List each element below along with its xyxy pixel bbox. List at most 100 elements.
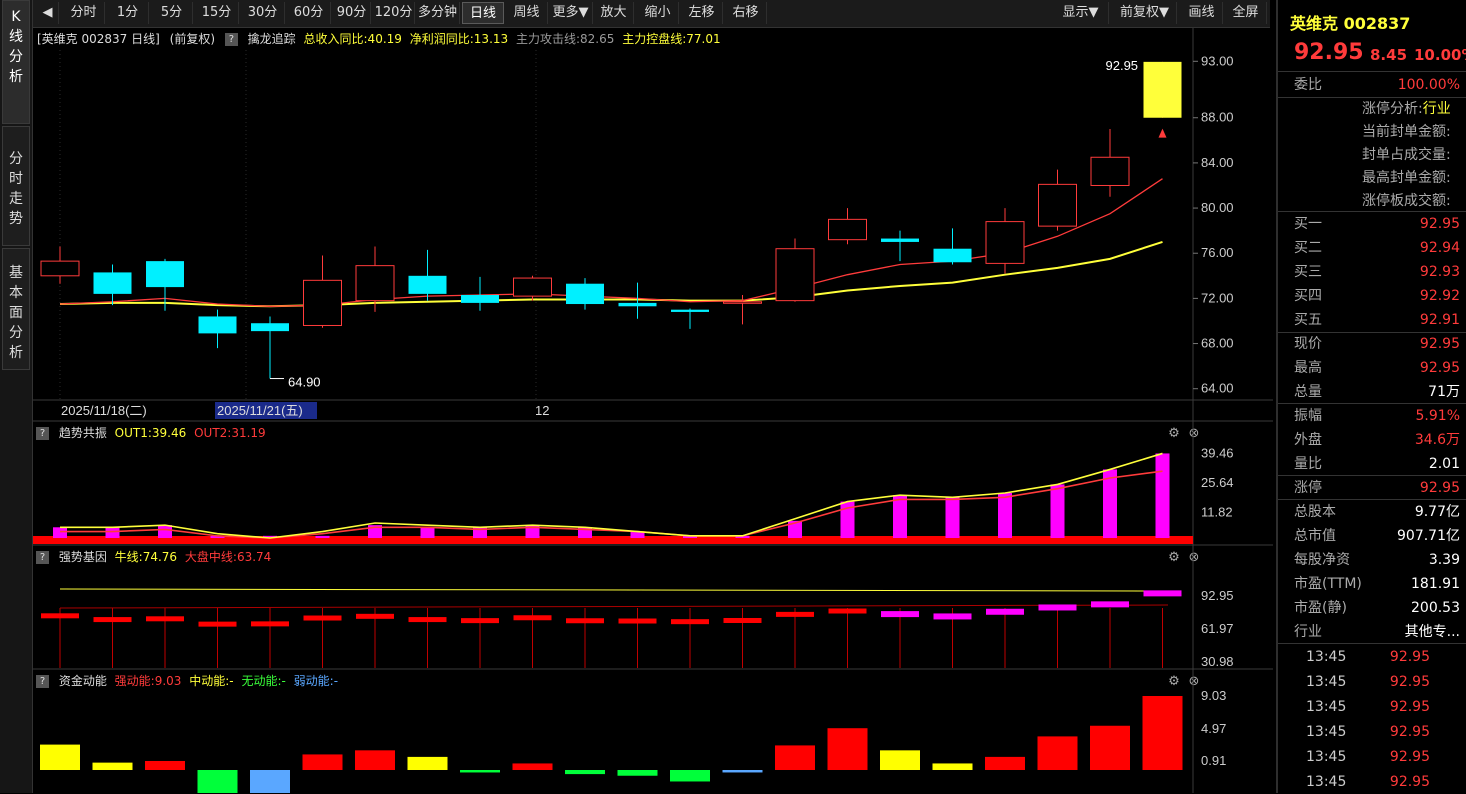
toolbar-display-dropdown[interactable]: 显示▼ [1053, 2, 1109, 24]
kline-chart-area[interactable]: 93.00 88.00 84.00 80.00 76.00 72.00 68.00 64.00… [33, 28, 1273, 793]
bid-row[interactable]: 买五 92.91 [1278, 308, 1464, 332]
left-tab-bar: K 线 分 析 分 时 走 势 基 本 面 分 析 [0, 0, 33, 793]
stat-row: 市盈(静) 200.53 [1278, 596, 1464, 620]
strength-block [146, 616, 184, 622]
row-value: 181.91 [1411, 576, 1460, 592]
toolbar-60min[interactable]: 60分 [287, 2, 331, 24]
row-label: 买四 [1294, 288, 1322, 304]
tick-price: 92.95 [1389, 674, 1430, 690]
tick-time: 13:45 [1306, 699, 1347, 715]
strength-block [618, 618, 657, 624]
panel-tick-label: 39.46 [1201, 445, 1234, 460]
tick-price: 92.95 [1389, 724, 1430, 740]
toolbar-120min[interactable]: 120分 [373, 2, 415, 24]
row-value: 71万 [1428, 384, 1460, 400]
toolbar-draw[interactable]: 画线 [1181, 2, 1223, 24]
toolbar-fullscreen[interactable]: 全屏 [1225, 2, 1267, 24]
limit-industry[interactable]: 行业 [1423, 101, 1451, 117]
strength-block [408, 617, 447, 623]
tab-char: 分 [9, 49, 23, 65]
candle-body-down [881, 238, 919, 242]
candle-body-up [1090, 156, 1130, 186]
bid-row[interactable]: 买四 92.92 [1278, 284, 1464, 308]
toolbar-move-right[interactable]: 右移 [725, 2, 767, 24]
row-value: 92.95 [1419, 480, 1460, 496]
panel-tick-label: 0.91 [1201, 753, 1226, 768]
fund-bar [460, 770, 500, 773]
trend-bar [420, 527, 435, 538]
toolbar-5min[interactable]: 5分 [151, 2, 193, 24]
tab-k-line-analysis[interactable]: K 线 分 析 [2, 0, 30, 124]
candle-body-up [355, 265, 395, 302]
toolbar-intraday[interactable]: 分时 [63, 2, 105, 24]
tick-price: 92.95 [1389, 699, 1430, 715]
strength-block [566, 618, 604, 624]
row-label: 每股净资 [1294, 552, 1350, 568]
toolbar-1min[interactable]: 1分 [107, 2, 149, 24]
row-label: 现价 [1294, 336, 1322, 352]
price-tick-label: 80.00 [1201, 200, 1234, 215]
toolbar-zoom-out[interactable]: 缩小 [637, 2, 679, 24]
tab-intraday-trend[interactable]: 分 时 走 势 [2, 126, 30, 246]
fund-bar [1142, 696, 1183, 770]
industry-row[interactable]: 行业 其他专... [1278, 620, 1464, 644]
limit-up-candle [1143, 61, 1182, 118]
toolbar-multi-minute[interactable]: 多分钟 [416, 2, 460, 24]
row-label: 市盈(静) [1294, 600, 1347, 616]
candle-body-down [566, 283, 604, 305]
candle-body-down [461, 295, 499, 303]
strength-block [198, 621, 237, 627]
low-price-label: 64.90 [288, 375, 321, 390]
row-value: 200.53 [1411, 600, 1460, 616]
trend-bar [945, 497, 960, 538]
tab-fundamental-analysis[interactable]: 基 本 面 分 析 [2, 248, 30, 370]
toolbar-30min[interactable]: 30分 [241, 2, 285, 24]
row-label: 量比 [1294, 456, 1322, 472]
row-value: 92.94 [1419, 240, 1460, 256]
toolbar-daily[interactable]: 日线 [462, 2, 504, 24]
fund-bar [775, 745, 815, 770]
toolbar-move-left[interactable]: 左移 [681, 2, 723, 24]
row-value: 92.95 [1419, 216, 1460, 232]
row-value: 100.00% [1397, 77, 1460, 93]
price-tick-label: 72.00 [1201, 290, 1234, 305]
tab-char: 分 [9, 151, 23, 167]
row-label: 买二 [1294, 240, 1322, 256]
panel-tick-label: 9.03 [1201, 688, 1226, 703]
candle-body-up [775, 248, 815, 302]
toolbar-weekly[interactable]: 周线 [506, 2, 548, 24]
toolbar-adjust-dropdown[interactable]: 前复权▼ [1113, 2, 1177, 24]
collapse-left-icon[interactable]: ◀ [37, 2, 59, 24]
tick-price: 92.95 [1389, 774, 1430, 790]
panel-tick-label: 61.97 [1201, 621, 1234, 636]
trend-bar [53, 527, 67, 538]
candle-body-down [146, 261, 184, 288]
tab-char: 势 [9, 211, 23, 227]
trend-bar [315, 535, 330, 538]
tab-char: 时 [9, 171, 23, 187]
price-tick-label: 64.00 [1201, 381, 1234, 396]
date-label: 12 [535, 403, 549, 418]
tab-char: 析 [9, 345, 23, 361]
bid-row[interactable]: 买一 92.95 [1278, 212, 1464, 236]
bid-row[interactable]: 买二 92.94 [1278, 236, 1464, 260]
row-value: 5.91% [1415, 408, 1460, 424]
fund-bar [512, 763, 553, 770]
toolbar-15min[interactable]: 15分 [195, 2, 239, 24]
trend-bar [998, 493, 1012, 538]
tab-char: 面 [9, 305, 23, 321]
bid-row[interactable]: 买三 92.93 [1278, 260, 1464, 284]
stat-row: 量比 2.01 [1278, 452, 1464, 476]
toolbar-more-dropdown[interactable]: 更多▼ [549, 2, 593, 24]
row-value: 34.6万 [1414, 432, 1460, 448]
strength-block [41, 613, 79, 619]
toolbar-zoom-in[interactable]: 放大 [594, 2, 634, 24]
bull-line [59, 604, 1169, 609]
row-label: 买五 [1294, 312, 1322, 328]
row-value: 92.93 [1419, 264, 1460, 280]
trend-bar [105, 527, 120, 538]
rocket-icon [1158, 128, 1167, 138]
panel-tick-label: 92.95 [1201, 588, 1234, 603]
toolbar-90min[interactable]: 90分 [333, 2, 371, 24]
row-value: 2.01 [1428, 456, 1460, 472]
